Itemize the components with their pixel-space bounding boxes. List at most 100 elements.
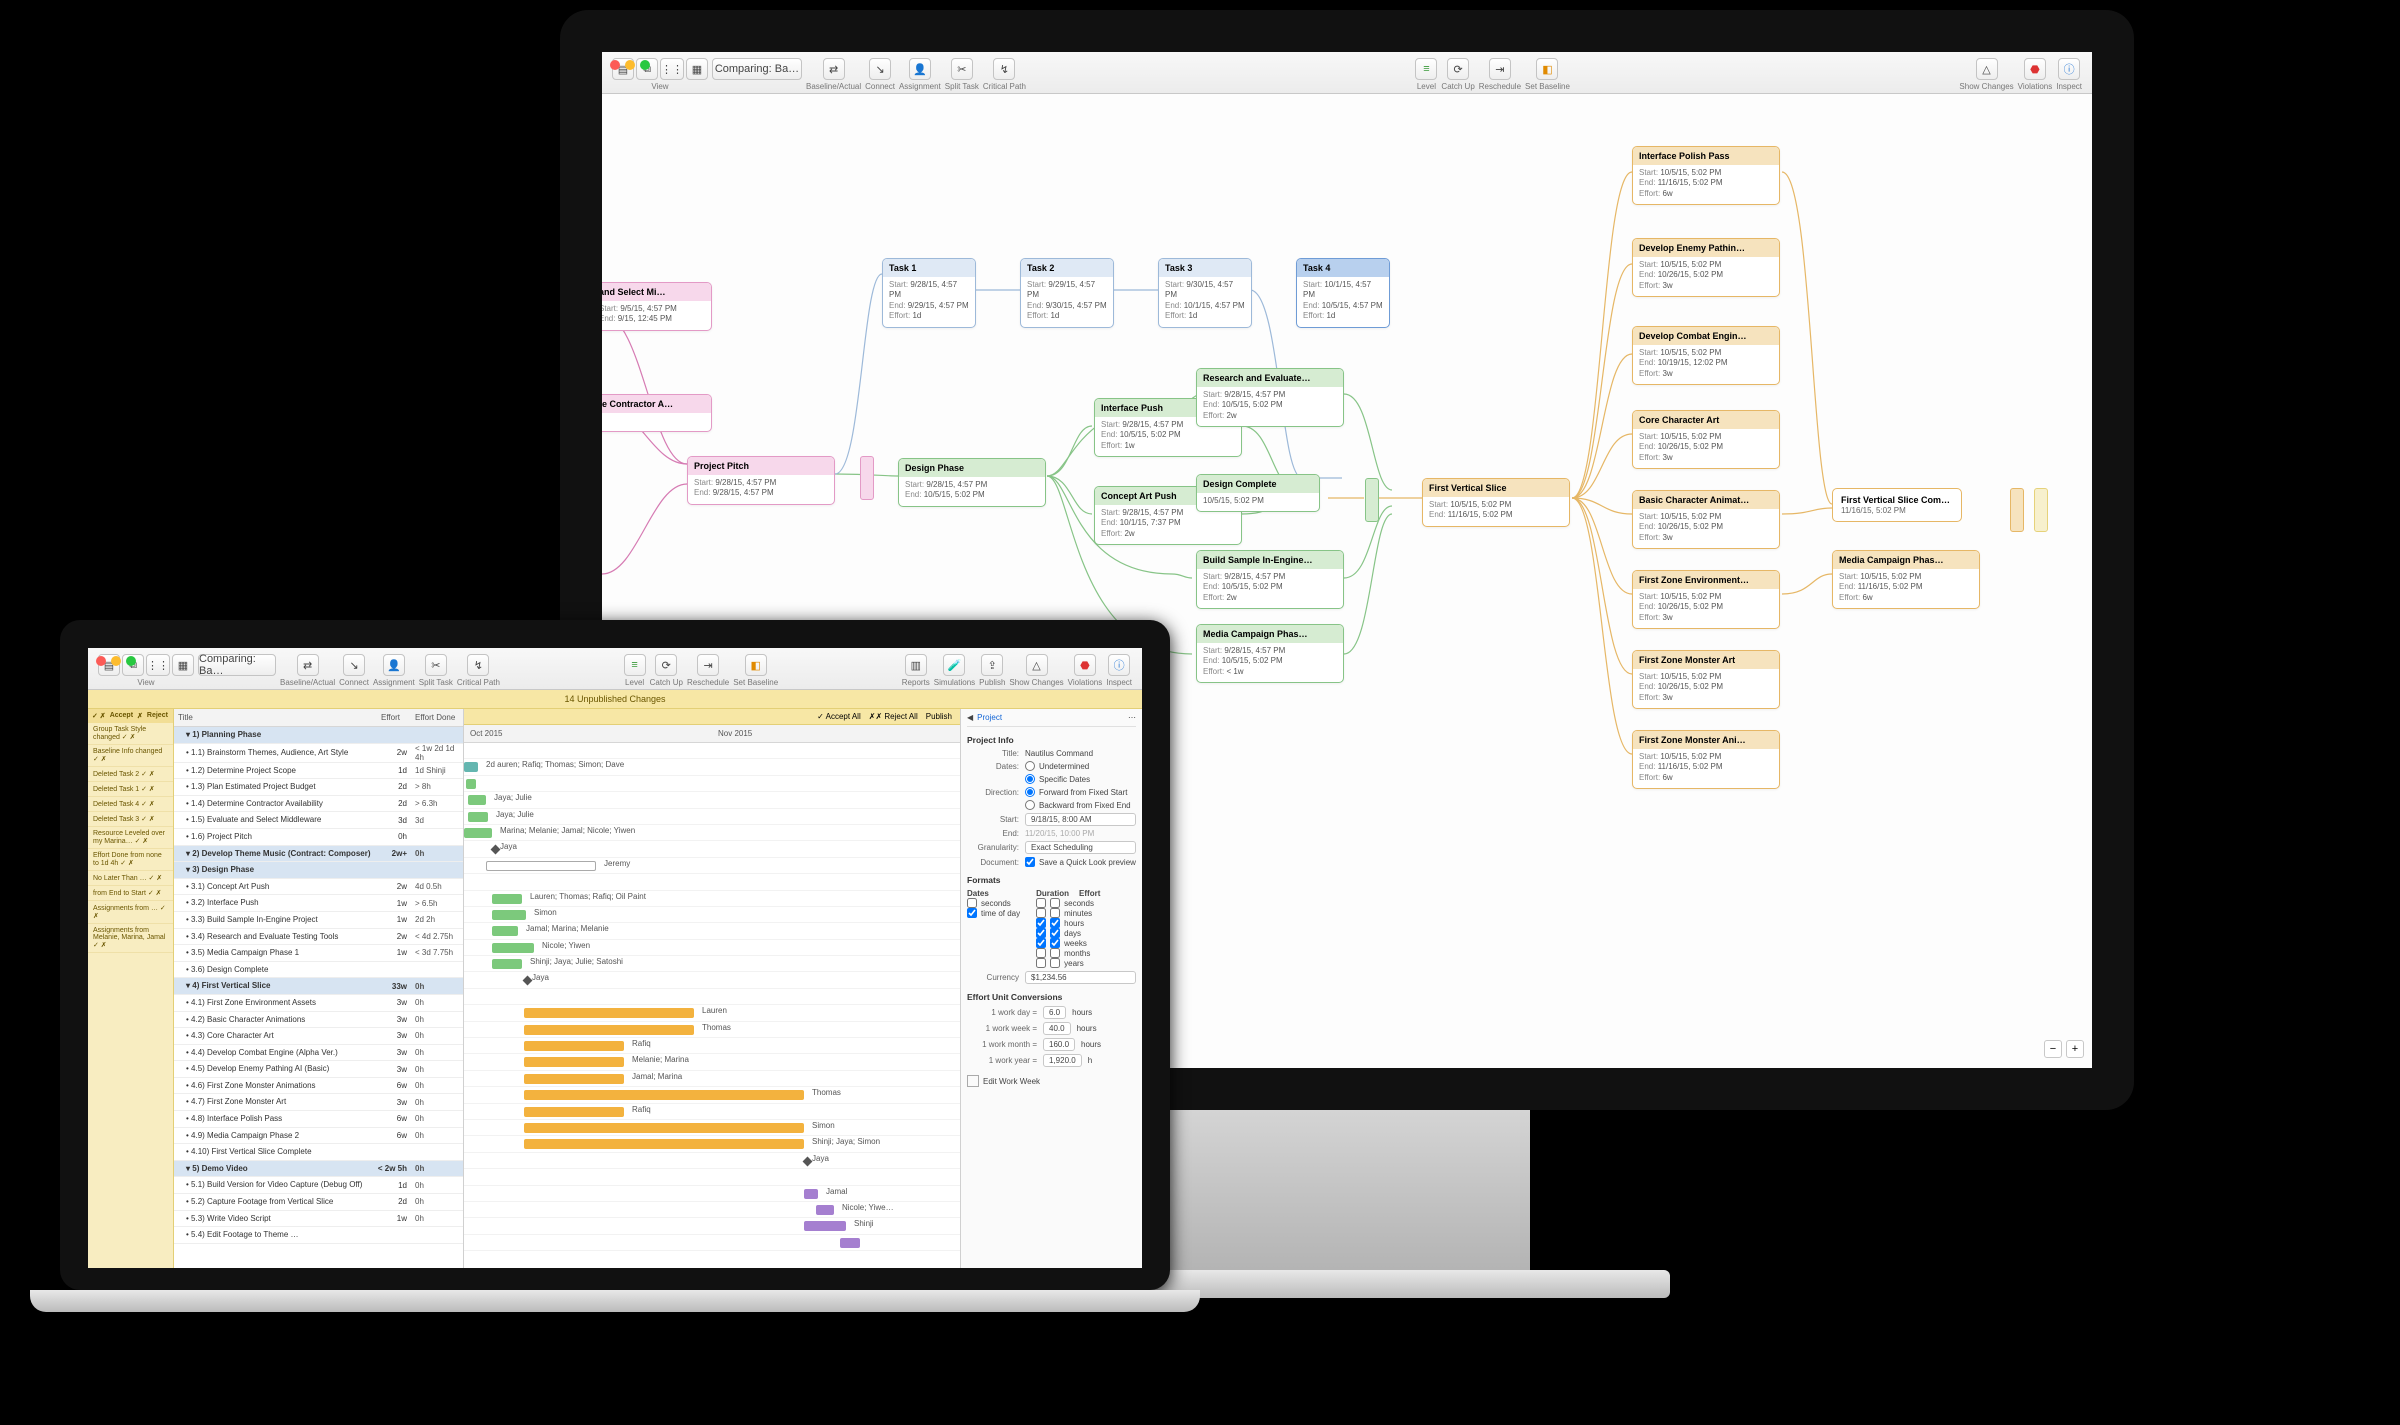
- outline-row[interactable]: • 1.2) Determine Project Scope1d1d Shinj…: [174, 763, 463, 780]
- critical-button[interactable]: ↯: [467, 654, 489, 676]
- outline-row[interactable]: • 4.6) First Zone Monster Animations6w0h: [174, 1078, 463, 1095]
- level-button[interactable]: ≡: [1415, 58, 1437, 80]
- node-anim[interactable]: Basic Character Animat…Start: 10/5/15, 5…: [1632, 490, 1780, 549]
- outline-row[interactable]: • 5.2) Capture Footage from Vertical Sli…: [174, 1194, 463, 1211]
- change-item[interactable]: Effort Done from none to 1d 4h ✓ ✗: [88, 849, 173, 871]
- reschedule-button[interactable]: ⇥: [697, 654, 719, 676]
- violations-button[interactable]: ⬣: [1074, 654, 1096, 676]
- change-item[interactable]: Baseline Info changed ✓ ✗: [88, 745, 173, 767]
- outline-row[interactable]: • 1.6) Project Pitch0h: [174, 829, 463, 846]
- currency-field[interactable]: $1,234.56: [1025, 971, 1136, 984]
- dates-timeofday[interactable]: time of day: [967, 908, 1020, 918]
- assignment-button[interactable]: 👤: [909, 58, 931, 80]
- workweek-input[interactable]: 40.0: [1043, 1022, 1071, 1035]
- outline-row[interactable]: ▾ 1) Planning Phase: [174, 727, 463, 744]
- gantt-row[interactable]: Nicole; Yiwe…: [464, 1202, 960, 1218]
- window-controls[interactable]: [610, 60, 650, 70]
- change-item[interactable]: from End to Start ✓ ✗: [88, 886, 173, 901]
- outline-row[interactable]: • 4.1) First Zone Environment Assets3w0h: [174, 995, 463, 1012]
- node-design-complete[interactable]: Design Complete 10/5/15, 5:02 PM: [1196, 474, 1320, 512]
- node-contractor[interactable]: te Contractor A…: [602, 394, 712, 432]
- gantt-row[interactable]: Simon: [464, 1120, 960, 1136]
- inspect-button[interactable]: ⓘ: [1108, 654, 1130, 676]
- node-task2[interactable]: Task 2 Start: 9/29/15, 4:57 PMEnd: 9/30/…: [1020, 258, 1114, 328]
- gantt-row[interactable]: Thomas: [464, 1022, 960, 1038]
- gantt-row[interactable]: Marina; Melanie; Jamal; Nicole; Yiwen: [464, 825, 960, 841]
- chip-planning[interactable]: [860, 456, 874, 500]
- outline-row[interactable]: • 1.1) Brainstorm Themes, Audience, Art …: [174, 744, 463, 763]
- accept-all-button[interactable]: ✓ Accept All: [817, 712, 861, 721]
- node-task4[interactable]: Task 4 Start: 10/1/15, 4:57 PMEnd: 10/5/…: [1296, 258, 1390, 328]
- document-selector[interactable]: Comparing: Ba…: [198, 654, 276, 676]
- reports-button[interactable]: ▥: [905, 654, 927, 676]
- baseline-button[interactable]: ⇄: [297, 654, 319, 676]
- node-project-pitch[interactable]: Project Pitch Start: 9/28/15, 4:57 PMEnd…: [687, 456, 835, 505]
- dates-undetermined[interactable]: Undetermined: [1025, 761, 1136, 771]
- change-item[interactable]: Assignments from Melanie, Marina, Jamal …: [88, 924, 173, 953]
- view-calendar-button[interactable]: ▦: [686, 58, 708, 80]
- catchup-button[interactable]: ⟳: [655, 654, 677, 676]
- gantt-row[interactable]: Lauren; Thomas; Rafiq; Oil Paint: [464, 891, 960, 907]
- outline-row[interactable]: • 1.3) Plan Estimated Project Budget2d> …: [174, 779, 463, 796]
- gantt-row[interactable]: Jaya: [464, 1153, 960, 1169]
- chip-next[interactable]: [2034, 488, 2048, 532]
- critical-button[interactable]: ↯: [993, 58, 1015, 80]
- node-polish[interactable]: Interface Polish PassStart: 10/5/15, 5:0…: [1632, 146, 1780, 205]
- node-sample[interactable]: Build Sample In-Engine… Start: 9/28/15, …: [1196, 550, 1344, 609]
- dates-specific[interactable]: Specific Dates: [1025, 774, 1136, 784]
- node-media-phase[interactable]: Media Campaign Phas… Start: 9/28/15, 4:5…: [1196, 624, 1344, 683]
- connect-button[interactable]: ↘: [869, 58, 891, 80]
- outline-row[interactable]: • 4.4) Develop Combat Engine (Alpha Ver.…: [174, 1045, 463, 1062]
- node-fvs-complete[interactable]: First Vertical Slice Com… 11/16/15, 5:02…: [1832, 488, 1962, 522]
- change-item[interactable]: Deleted Task 1 ✓ ✗: [88, 782, 173, 797]
- node-enemy[interactable]: Develop Enemy Pathin…Start: 10/5/15, 5:0…: [1632, 238, 1780, 297]
- quicklook-checkbox[interactable]: Save a Quick Look preview: [1025, 857, 1136, 867]
- showchanges-button[interactable]: △: [1026, 654, 1048, 676]
- workyear-input[interactable]: 1,920.0: [1043, 1054, 1082, 1067]
- outline-row[interactable]: • 3.5) Media Campaign Phase 11w< 3d 7.75…: [174, 945, 463, 962]
- outline-row[interactable]: ▾ 4) First Vertical Slice33w0h: [174, 978, 463, 995]
- node-task1[interactable]: Task 1 Start: 9/28/15, 4:57 PMEnd: 9/29/…: [882, 258, 976, 328]
- view-resource-button[interactable]: ⋮⋮: [146, 654, 170, 676]
- change-item[interactable]: Resource Leveled over my Marina… ✓ ✗: [88, 827, 173, 849]
- gantt-row[interactable]: [464, 1235, 960, 1251]
- node-zoneani[interactable]: First Zone Monster Ani…Start: 10/5/15, 5…: [1632, 730, 1780, 789]
- reject-all-button[interactable]: ✗✗ Reject All: [869, 712, 918, 721]
- baseline-button[interactable]: ⇄: [823, 58, 845, 80]
- gantt-row[interactable]: Jamal: [464, 1186, 960, 1202]
- dates-seconds[interactable]: seconds: [967, 898, 1020, 908]
- gantt-row[interactable]: Jaya: [464, 972, 960, 988]
- outline-row[interactable]: • 4.8) Interface Polish Pass6w0h: [174, 1111, 463, 1128]
- workday-input[interactable]: 6.0: [1043, 1006, 1066, 1019]
- change-item[interactable]: Deleted Task 2 ✓ ✗: [88, 767, 173, 782]
- node-zoneenv[interactable]: First Zone Environment…Start: 10/5/15, 5…: [1632, 570, 1780, 629]
- gantt-row[interactable]: Jaya; Julie: [464, 792, 960, 808]
- chip-design[interactable]: [1365, 478, 1379, 522]
- setbaseline-button[interactable]: ◧: [1536, 58, 1558, 80]
- gantt-row[interactable]: [464, 776, 960, 792]
- gantt-row[interactable]: [464, 1169, 960, 1185]
- splittask-button[interactable]: ✂: [951, 58, 973, 80]
- splittask-button[interactable]: ✂: [425, 654, 447, 676]
- zoom-out-button[interactable]: −: [2044, 1040, 2062, 1058]
- gantt-row[interactable]: Jamal; Marina; Melanie: [464, 923, 960, 939]
- outline-row[interactable]: • 4.2) Basic Character Animations3w0h: [174, 1012, 463, 1029]
- outline-row[interactable]: • 5.1) Build Version for Video Capture (…: [174, 1177, 463, 1194]
- gantt-row[interactable]: Shinji: [464, 1218, 960, 1234]
- gantt-row[interactable]: [464, 989, 960, 1005]
- change-item[interactable]: No Later Than … ✓ ✗: [88, 871, 173, 886]
- setbaseline-button[interactable]: ◧: [745, 654, 767, 676]
- gantt-chart[interactable]: ✓ Accept All ✗✗ Reject All Publish Oct 2…: [464, 709, 960, 1268]
- change-item[interactable]: Group Task Style changed ✓ ✗: [88, 723, 173, 745]
- view-resource-button[interactable]: ⋮⋮: [660, 58, 684, 80]
- node-design-phase[interactable]: Design Phase Start: 9/28/15, 4:57 PMEnd:…: [898, 458, 1046, 507]
- node-core-art[interactable]: Core Character ArtStart: 10/5/15, 5:02 P…: [1632, 410, 1780, 469]
- task-outline[interactable]: Title Effort Effort Done ▾ 1) Planning P…: [174, 709, 464, 1268]
- connect-button[interactable]: ↘: [343, 654, 365, 676]
- outline-row[interactable]: • 3.1) Concept Art Push2w4d 0.5h: [174, 879, 463, 896]
- window-controls[interactable]: [96, 656, 136, 666]
- outline-row[interactable]: • 4.7) First Zone Monster Art3w0h: [174, 1094, 463, 1111]
- edit-work-week[interactable]: Edit Work Week: [967, 1075, 1136, 1087]
- gantt-row[interactable]: Melanie; Marina: [464, 1054, 960, 1070]
- node-task3[interactable]: Task 3 Start: 9/30/15, 4:57 PMEnd: 10/1/…: [1158, 258, 1252, 328]
